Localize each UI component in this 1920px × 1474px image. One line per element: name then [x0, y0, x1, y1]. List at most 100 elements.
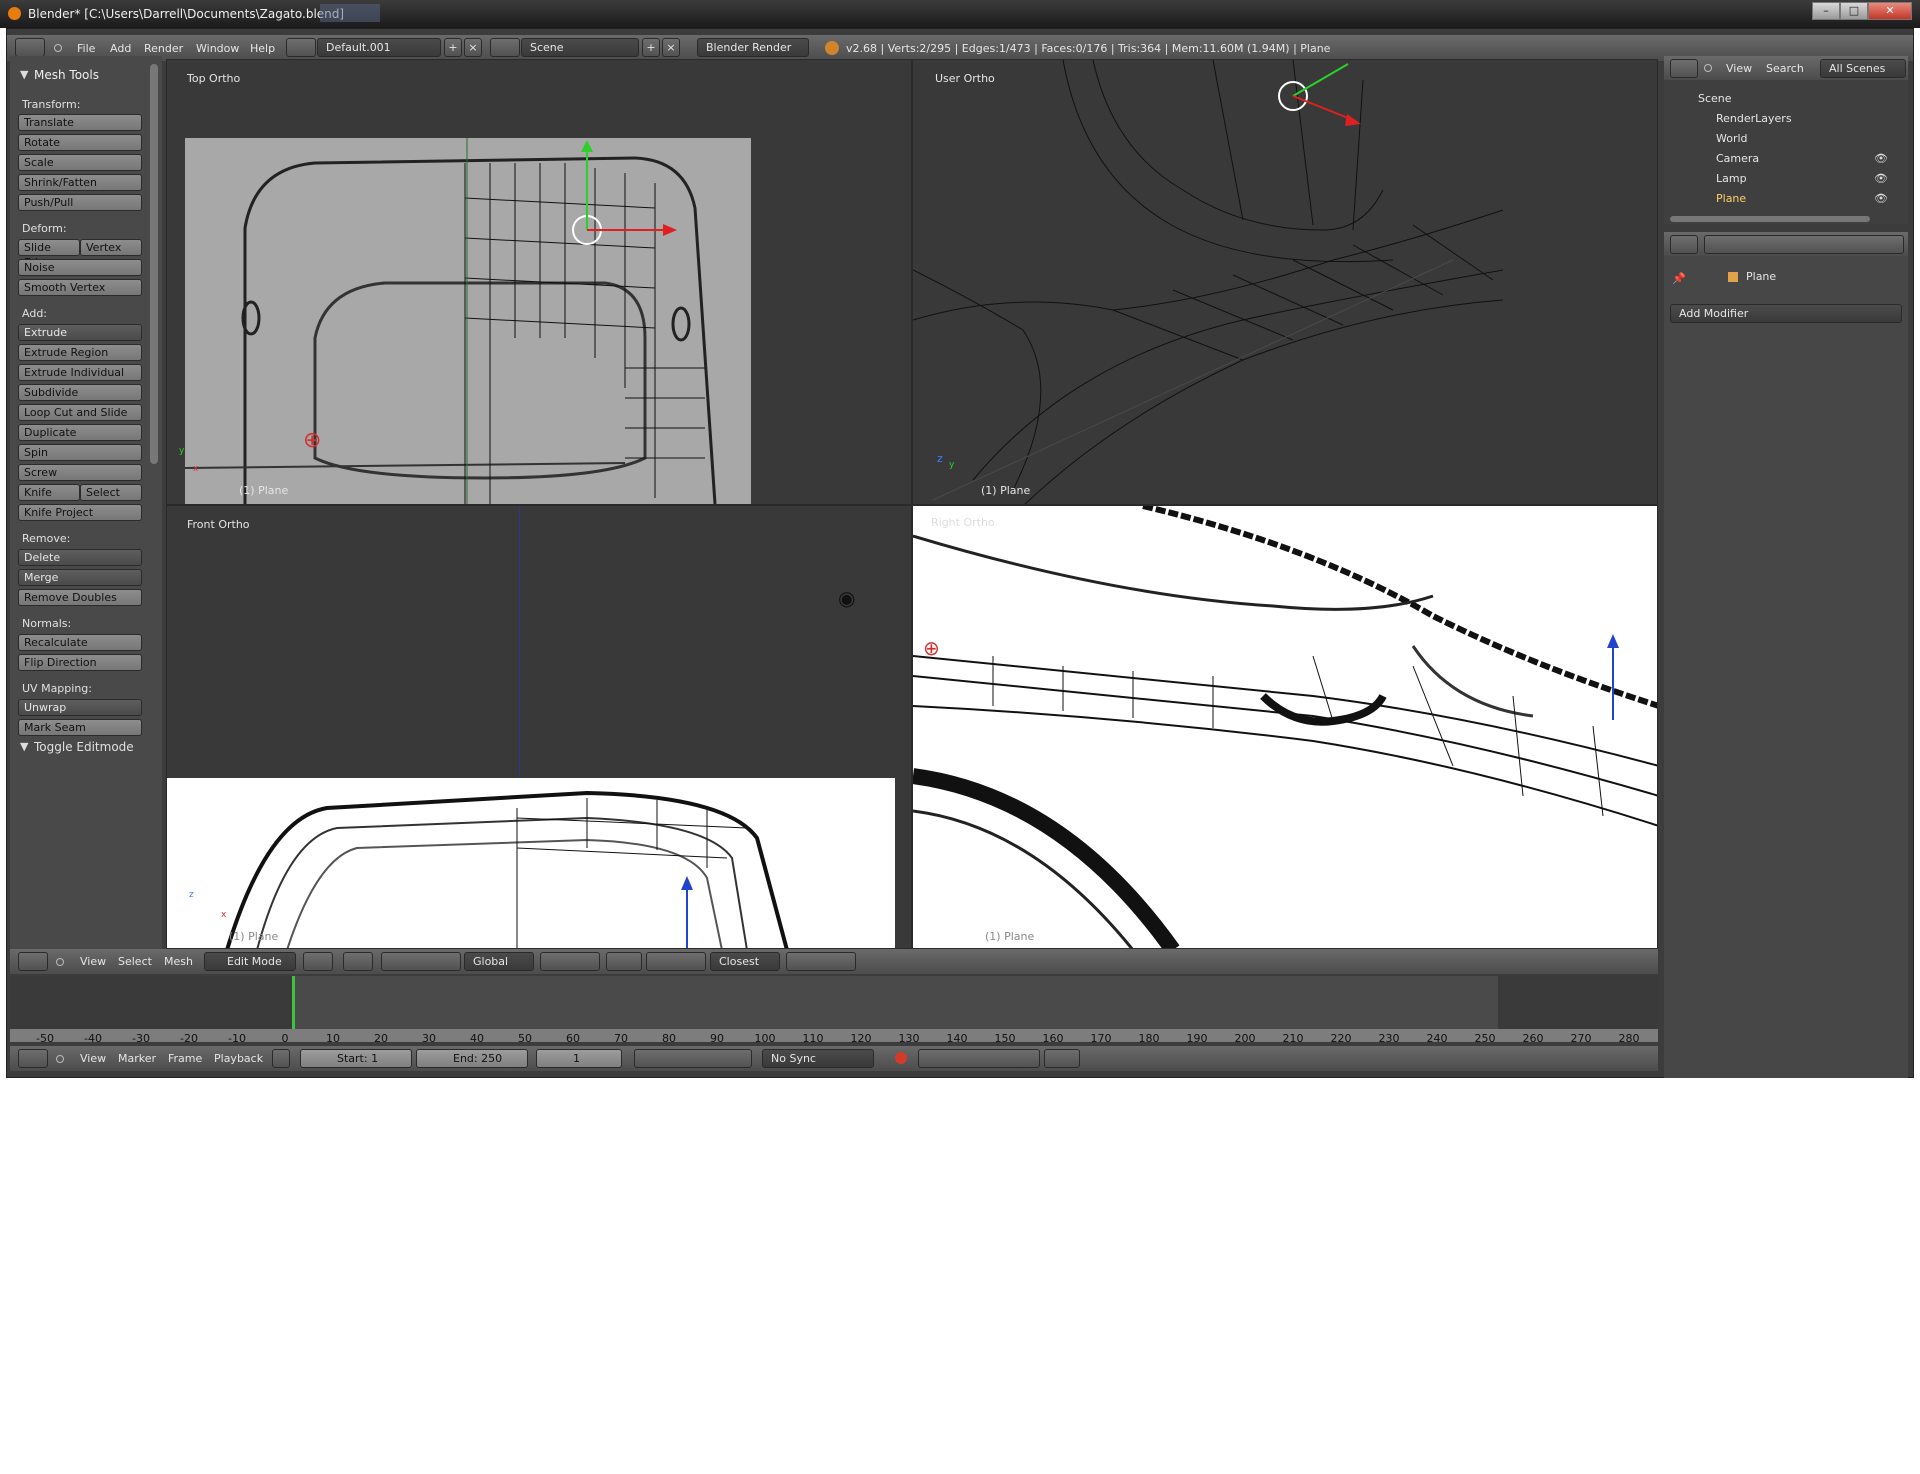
- recalculate-button[interactable]: Recalculate: [18, 634, 142, 651]
- knife-button[interactable]: Knife: [18, 484, 80, 501]
- transform-orientation-select[interactable]: Global: [464, 952, 534, 971]
- viewport-front-ortho[interactable]: Front Ortho ◉ z x (1) Plane: [166, 505, 912, 949]
- viewport-top-ortho[interactable]: Top Ortho ⊕ y x (1) Plane: [166, 59, 912, 505]
- menu-frame[interactable]: Frame: [168, 1052, 202, 1065]
- smooth-vertex-button[interactable]: Smooth Vertex: [18, 279, 142, 296]
- render-engine-select[interactable]: Blender Render: [697, 38, 809, 57]
- knife-select-button[interactable]: Select: [80, 484, 142, 501]
- pivot-point-icon[interactable]: [343, 952, 373, 971]
- start-frame-field[interactable]: Start: 1: [300, 1049, 412, 1068]
- keyframe-insert-delete-icons[interactable]: [1044, 1049, 1080, 1068]
- collapse-menu-icon[interactable]: [54, 44, 62, 52]
- menu-view[interactable]: View: [80, 1052, 106, 1065]
- remove-doubles-button[interactable]: Remove Doubles: [18, 589, 142, 606]
- proportional-edit-icon[interactable]: [606, 952, 642, 971]
- visibility-eye-icon[interactable]: 👁: [1874, 192, 1888, 205]
- manipulator-widgets-icon[interactable]: [381, 952, 461, 971]
- extrude-region-button[interactable]: Extrude Region: [18, 344, 142, 361]
- menu-mesh[interactable]: Mesh: [164, 955, 193, 968]
- extrude-individual-button[interactable]: Extrude Individual: [18, 364, 142, 381]
- maximize-button[interactable]: □: [1840, 2, 1868, 20]
- menu-window[interactable]: Window: [196, 42, 239, 55]
- visibility-eye-icon[interactable]: 👁: [1874, 152, 1888, 165]
- add-modifier-dropdown[interactable]: Add Modifier: [1670, 304, 1902, 323]
- properties-context-tabs[interactable]: [1704, 235, 1904, 254]
- outliner-scrollbar[interactable]: [1670, 216, 1870, 222]
- add-screen-icon[interactable]: +: [444, 38, 462, 57]
- screen-layout-field[interactable]: Default.001: [317, 38, 441, 57]
- editor-type-info-icon[interactable]: [15, 38, 45, 57]
- close-button[interactable]: ✕: [1868, 2, 1912, 20]
- render-opengl-icons[interactable]: [786, 952, 856, 971]
- keying-set-field[interactable]: [918, 1049, 1040, 1068]
- delete-scene-icon[interactable]: ×: [662, 38, 680, 57]
- menu-marker[interactable]: Marker: [118, 1052, 156, 1065]
- timeline-ruler[interactable]: [10, 1029, 1658, 1042]
- push-pull-button[interactable]: Push/Pull: [18, 194, 142, 211]
- menu-file[interactable]: File: [77, 42, 95, 55]
- outliner-item-world[interactable]: World: [1716, 132, 1748, 145]
- vertex-button[interactable]: Vertex: [80, 239, 142, 256]
- add-scene-icon[interactable]: +: [642, 38, 660, 57]
- outliner-item-renderlayers[interactable]: RenderLayers: [1716, 112, 1792, 125]
- collapse-triangle-icon[interactable]: ▼: [20, 740, 28, 753]
- subdivide-button[interactable]: Subdivide: [18, 384, 142, 401]
- screw-button[interactable]: Screw: [18, 464, 142, 481]
- record-icon[interactable]: [895, 1052, 907, 1064]
- slide-edge-button[interactable]: Slide Edge: [18, 239, 80, 269]
- menu-view[interactable]: View: [1726, 62, 1752, 75]
- editor-type-outliner-icon[interactable]: [1670, 59, 1698, 78]
- viewport-user-ortho[interactable]: User Ortho z y (1) Plane: [912, 59, 1658, 505]
- collapse-menu-icon[interactable]: [56, 958, 64, 966]
- delete-screen-icon[interactable]: ×: [464, 38, 482, 57]
- delete-dropdown[interactable]: Delete: [18, 549, 142, 566]
- visibility-eye-icon[interactable]: 👁: [1874, 172, 1888, 185]
- rotate-button[interactable]: Rotate: [18, 134, 142, 151]
- scene-field[interactable]: Scene: [521, 38, 639, 57]
- menu-search[interactable]: Search: [1766, 62, 1804, 75]
- mesh-tools-title[interactable]: Mesh Tools: [34, 68, 99, 82]
- preview-range-icon[interactable]: [272, 1049, 290, 1068]
- editor-type-3dview-icon[interactable]: [18, 952, 48, 971]
- translate-button[interactable]: Translate: [18, 114, 142, 131]
- outliner-item-lamp[interactable]: Lamp: [1716, 172, 1747, 185]
- pin-icon[interactable]: 📌: [1672, 272, 1686, 285]
- end-frame-field[interactable]: End: 250: [416, 1049, 528, 1068]
- screen-layout-icon[interactable]: [286, 38, 316, 57]
- editor-type-properties-icon[interactable]: [1670, 235, 1698, 254]
- collapse-menu-icon[interactable]: [56, 1055, 64, 1063]
- menu-render[interactable]: Render: [144, 42, 183, 55]
- minimize-button[interactable]: –: [1812, 2, 1840, 20]
- mode-select[interactable]: Edit Mode: [204, 952, 296, 971]
- mark-seam-button[interactable]: Mark Seam: [18, 719, 142, 736]
- viewport-shading-icon[interactable]: [303, 952, 333, 971]
- snap-target-select[interactable]: Closest: [710, 952, 780, 971]
- duplicate-button[interactable]: Duplicate: [18, 424, 142, 441]
- menu-select[interactable]: Select: [118, 955, 152, 968]
- collapse-menu-icon[interactable]: [1704, 64, 1712, 72]
- snap-icons[interactable]: [646, 952, 706, 971]
- current-frame-field[interactable]: 1: [536, 1049, 622, 1068]
- toggle-editmode-title[interactable]: Toggle Editmode: [34, 740, 134, 754]
- shrink-fatten-button[interactable]: Shrink/Fatten: [18, 174, 142, 191]
- viewport-right-ortho[interactable]: Right Ortho ⊕ (1) Plane: [912, 505, 1658, 949]
- select-mode-icons[interactable]: [540, 952, 600, 971]
- timeline-track[interactable]: [10, 976, 1658, 1029]
- transform-manipulator-icon[interactable]: [1253, 60, 1383, 140]
- menu-help[interactable]: Help: [250, 42, 275, 55]
- scale-button[interactable]: Scale: [18, 154, 142, 171]
- unwrap-dropdown[interactable]: Unwrap: [18, 699, 142, 716]
- menu-playback[interactable]: Playback: [214, 1052, 263, 1065]
- extrude-dropdown[interactable]: Extrude: [18, 324, 142, 341]
- outliner-item-scene[interactable]: Scene: [1698, 92, 1732, 105]
- playback-controls-icons[interactable]: [634, 1049, 752, 1068]
- outliner-item-camera[interactable]: Camera: [1716, 152, 1759, 165]
- outliner-item-plane[interactable]: Plane: [1716, 192, 1746, 205]
- collapse-triangle-icon[interactable]: ▼: [20, 68, 28, 81]
- tool-shelf-scrollbar[interactable]: [150, 64, 158, 464]
- merge-dropdown[interactable]: Merge: [18, 569, 142, 586]
- loop-cut-slide-button[interactable]: Loop Cut and Slide: [18, 404, 142, 421]
- outliner-filter-select[interactable]: All Scenes: [1820, 59, 1906, 78]
- menu-view[interactable]: View: [80, 955, 106, 968]
- menu-add[interactable]: Add: [110, 42, 131, 55]
